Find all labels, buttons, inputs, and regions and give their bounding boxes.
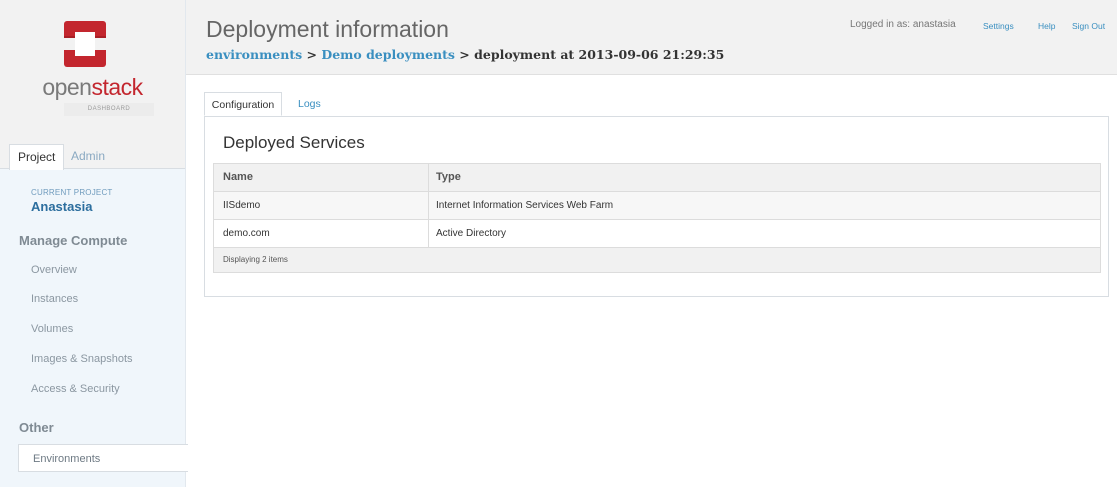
tab-project[interactable]: Project — [9, 144, 65, 170]
sidebar-item-instances[interactable]: Instances — [31, 293, 78, 305]
table-row[interactable]: demo.com Active Directory — [214, 220, 1100, 248]
current-project-label: CURRENT PROJECT — [31, 188, 113, 197]
page-title: Deployment information — [206, 16, 449, 42]
tab-logs[interactable]: Logs — [298, 92, 321, 116]
sidebar-tabs: Project Admin — [0, 140, 185, 170]
sign-out-link[interactable]: Sign Out — [1072, 21, 1105, 31]
table-header-row: Name Type — [214, 164, 1100, 192]
openstack-logo-icon[interactable] — [64, 21, 106, 67]
column-header-type[interactable]: Type — [436, 164, 461, 191]
tab-configuration[interactable]: Configuration — [204, 92, 282, 116]
sidebar-item-volumes[interactable]: Volumes — [31, 323, 73, 335]
breadcrumb-separator: > — [306, 47, 317, 62]
column-divider — [428, 164, 429, 191]
services-table: Name Type IISdemo Internet Information S… — [213, 163, 1101, 273]
logo-area: openstack DASHBOARD — [0, 0, 185, 140]
content-panel: Deployed Services Name Type IISdemo Inte… — [204, 116, 1109, 297]
panel-title: Deployed Services — [223, 133, 365, 152]
table-row[interactable]: IISdemo Internet Information Services We… — [214, 192, 1100, 220]
breadcrumb-separator: > — [459, 47, 470, 62]
current-project-name: Anastasia — [31, 199, 93, 214]
cell-type: Active Directory — [436, 228, 507, 239]
column-divider — [428, 192, 429, 219]
help-link[interactable]: Help — [1038, 21, 1055, 31]
table-footer: Displaying 2 items — [214, 248, 1100, 272]
brand-subtitle: DASHBOARD — [64, 103, 154, 116]
sidebar-item-environments[interactable]: Environments — [18, 444, 188, 472]
sidebar-item-overview[interactable]: Overview — [31, 264, 77, 276]
sidebar: openstack DASHBOARD Project Admin CURREN… — [0, 0, 188, 487]
settings-link[interactable]: Settings — [983, 21, 1014, 31]
breadcrumb-link-environments[interactable]: environments — [206, 47, 302, 62]
table-footer-count: Displaying 2 items — [223, 255, 288, 264]
cell-type: Internet Information Services Web Farm — [436, 200, 614, 211]
column-divider — [428, 220, 429, 247]
tab-admin[interactable]: Admin — [63, 144, 113, 168]
page-header: Deployment information environments > De… — [186, 0, 1117, 75]
sidebar-item-images-snapshots[interactable]: Images & Snapshots — [31, 353, 133, 365]
cell-name: demo.com — [223, 228, 270, 239]
section-heading-other: Other — [19, 420, 54, 435]
breadcrumb: environments > Demo deployments > deploy… — [206, 47, 724, 62]
cell-name: IISdemo — [223, 200, 261, 211]
breadcrumb-current: deployment at 2013-09-06 21:29:35 — [474, 47, 725, 62]
brand-wordmark[interactable]: openstack — [0, 74, 185, 101]
column-header-name[interactable]: Name — [223, 164, 253, 191]
logged-in-text: Logged in as: anastasia — [850, 19, 956, 30]
brand-name-part2: stack — [91, 74, 143, 100]
breadcrumb-link-demo-deployments[interactable]: Demo deployments — [321, 47, 455, 62]
sidebar-item-access-security[interactable]: Access & Security — [31, 383, 120, 395]
brand-name-part1: open — [42, 74, 92, 100]
section-heading-manage-compute: Manage Compute — [19, 233, 128, 248]
